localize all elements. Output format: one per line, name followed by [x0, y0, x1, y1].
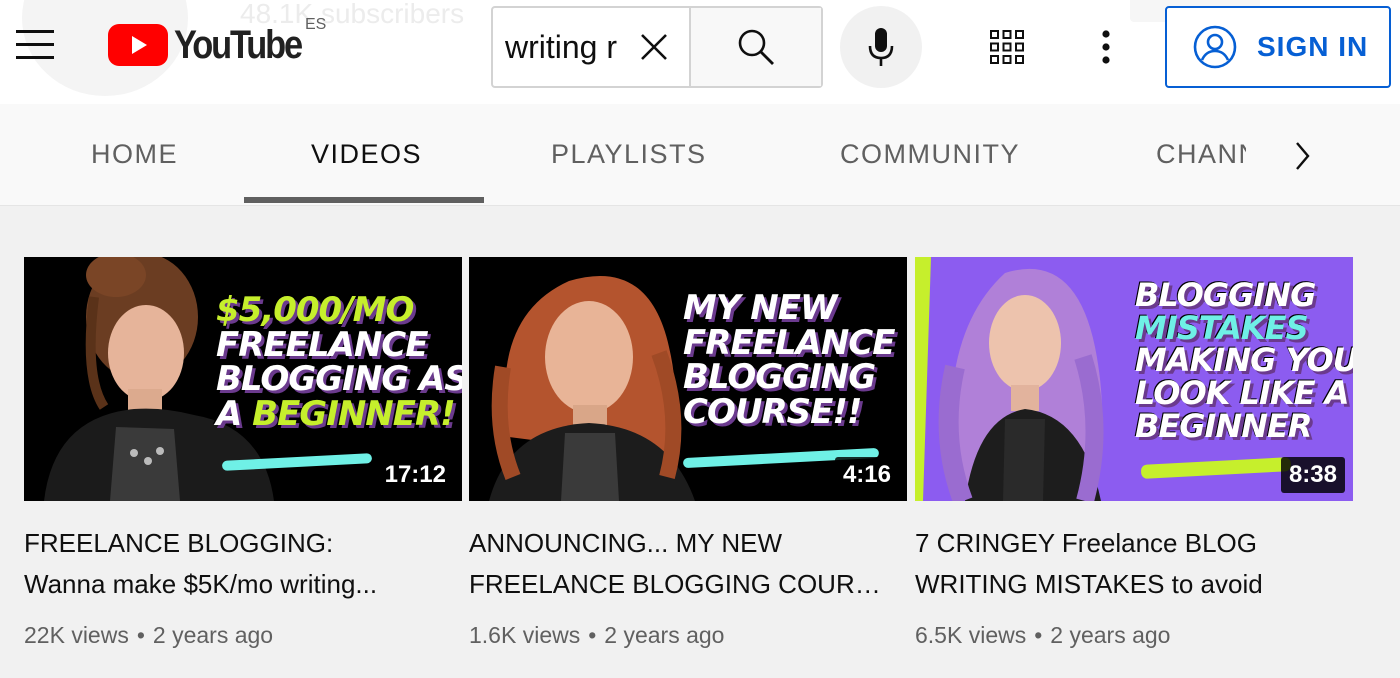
thumbnail-caption-line: FREELANCE: [216, 324, 428, 365]
tab-videos[interactable]: VIDEOS: [311, 104, 422, 204]
duration-badge: 17:12: [376, 457, 454, 493]
video-thumbnail[interactable]: $5,000/MO FREELANCE BLOGGING AS A BEGINN…: [24, 257, 462, 501]
meta-separator: •: [136, 622, 145, 648]
video-title-line: 7 CRINGEY Freelance BLOG: [915, 528, 1257, 558]
search-box: [491, 6, 823, 88]
video-title-line: ANNOUNCING... MY NEW: [469, 528, 782, 558]
video-title-line: WRITING MISTAKES to avoid: [915, 569, 1263, 599]
sign-in-label: SIGN IN: [1257, 31, 1369, 62]
search-icon: [738, 29, 774, 65]
video-metadata: 1.6K views • 2 years ago: [469, 622, 724, 649]
thumbnail-caption-line: BLOGGING: [1135, 276, 1316, 314]
sign-in-button[interactable]: SIGN IN: [1165, 6, 1391, 88]
active-tab-indicator: [244, 197, 484, 203]
tab-playlists[interactable]: PLAYLISTS: [551, 104, 707, 204]
tab-community[interactable]: COMMUNITY: [840, 104, 1020, 204]
thumbnail-caption-line: BLOGGING AS: [216, 359, 462, 400]
thumbnail-caption-line: MAKING YOU: [1135, 341, 1353, 380]
tabs-scroll-next-button[interactable]: [1282, 134, 1322, 178]
apps-button[interactable]: [982, 22, 1032, 72]
video-thumbnail[interactable]: MY NEW FREELANCE BLOGGING COURSE!! 4:16: [469, 257, 907, 501]
masthead: 48.1K subscribers YouTube ES writing r S…: [0, 0, 1400, 104]
video-title[interactable]: FREELANCE BLOGGING: Wanna make $5K/mo wr…: [24, 523, 444, 605]
video-title[interactable]: 7 CRINGEY Freelance BLOG WRITING MISTAKE…: [915, 523, 1335, 605]
thumbnail-caption-line: MY NEW: [683, 288, 837, 328]
upload-age: 2 years ago: [604, 622, 725, 648]
youtube-logo[interactable]: YouTube: [108, 24, 322, 66]
video-title-line: FREELANCE BLOGGING:: [24, 528, 334, 558]
thumbnail-caption: $5,000/MO FREELANCE BLOGGING AS A BEGINN…: [216, 293, 462, 432]
thumbnail-caption: BLOGGING MISTAKES MAKING YOU LOOK LIKE A…: [1135, 279, 1353, 442]
search-button[interactable]: [691, 8, 821, 86]
thumbnail-caption-line: BLOGGING: [683, 357, 876, 398]
logo-wordmark: YouTube: [174, 23, 303, 67]
thumbnail-caption-highlight: BEGINNER!: [252, 394, 456, 435]
video-metadata: 22K views • 2 years ago: [24, 622, 273, 649]
view-count: 22K views: [24, 622, 129, 648]
more-options-button[interactable]: [1086, 22, 1126, 72]
channel-tabs: HOME VIDEOS PLAYLISTS COMMUNITY CHANNELS: [0, 104, 1400, 206]
microphone-icon: [868, 28, 894, 66]
thumbnail-caption-line: BEGINNER: [1135, 406, 1312, 445]
view-count: 1.6K views: [469, 622, 581, 648]
voice-search-button[interactable]: [840, 6, 922, 88]
thumbnail-caption-line: MISTAKES: [1135, 308, 1309, 347]
meta-separator: •: [1034, 622, 1043, 648]
thumbnail-caption-line: COURSE!!: [683, 392, 862, 433]
video-title[interactable]: ANNOUNCING... MY NEW FREELANCE BLOGGING …: [469, 523, 889, 605]
tab-channels[interactable]: CHANNELS: [1156, 104, 1246, 204]
menu-icon[interactable]: [16, 30, 54, 60]
upload-age: 2 years ago: [1050, 622, 1171, 648]
apps-grid-icon: [990, 30, 1024, 64]
view-count: 6.5K views: [915, 622, 1027, 648]
tab-home[interactable]: HOME: [91, 104, 178, 204]
thumbnail-caption-line: FREELANCE: [683, 322, 895, 363]
country-code: ES: [305, 16, 327, 33]
thumbnail-caption-line: $5,000/MO: [216, 290, 414, 330]
close-icon[interactable]: [635, 28, 673, 66]
thumbnail-caption-line: LOOK LIKE A: [1135, 373, 1349, 412]
video-metadata: 6.5K views • 2 years ago: [915, 622, 1170, 649]
duration-badge: 8:38: [1280, 457, 1345, 493]
upload-age: 2 years ago: [152, 622, 274, 648]
meta-separator: •: [588, 622, 597, 648]
chevron-right-icon: [1296, 142, 1310, 170]
thumbnail-caption: MY NEW FREELANCE BLOGGING COURSE!!: [683, 288, 895, 433]
tab-channels-clip: CHANNELS: [1156, 104, 1246, 204]
thumbnail-caption-word: A: [216, 394, 253, 435]
account-circle-icon: [1193, 25, 1237, 69]
video-title-line: FREELANCE BLOGGING COURSE!!: [469, 569, 889, 599]
more-vert-icon: [1102, 30, 1110, 64]
video-thumbnail[interactable]: BLOGGING MISTAKES MAKING YOU LOOK LIKE A…: [915, 257, 1353, 501]
duration-badge: 4:16: [834, 457, 899, 493]
video-grid: $5,000/MO FREELANCE BLOGGING AS A BEGINN…: [0, 206, 1400, 678]
youtube-logo-icon: [108, 24, 168, 66]
video-title-line: Wanna make $5K/mo writing...: [24, 569, 378, 599]
search-input[interactable]: [505, 26, 629, 68]
thumbnail-caption-line: A BEGINNER!: [216, 397, 462, 432]
search-field: [493, 8, 691, 86]
